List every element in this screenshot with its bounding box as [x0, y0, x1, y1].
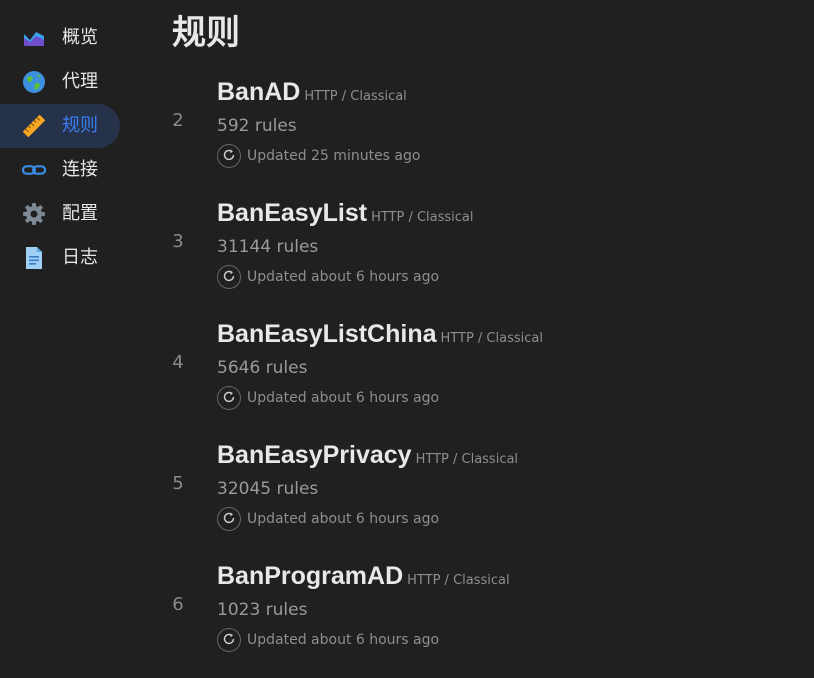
rule-count: 1023 rules — [217, 600, 308, 620]
sidebar: 概览 代理 规则 连接 配置 日志 — [0, 0, 140, 678]
rule-count: 5646 rules — [217, 358, 308, 378]
rule-index: 2 — [172, 110, 184, 131]
document-icon — [22, 246, 46, 270]
updated-time: Updated about 6 hours ago — [247, 632, 440, 648]
gear-icon — [22, 202, 46, 226]
rule-index: 5 — [172, 473, 184, 494]
ruler-icon — [22, 114, 46, 138]
rule-count: 592 rules — [217, 116, 297, 136]
sidebar-item-overview[interactable]: 概览 — [0, 16, 120, 60]
refresh-icon — [222, 268, 236, 287]
refresh-button[interactable] — [217, 144, 241, 168]
updated-time: Updated about 6 hours ago — [247, 511, 440, 527]
rule-provider-item: 3 BanEasyList HTTP / Classical 31144 rule… — [160, 199, 780, 309]
rule-name: BanEasyListChina — [217, 320, 437, 348]
rule-name: BanEasyPrivacy — [217, 441, 412, 469]
rule-index: 3 — [172, 231, 184, 252]
rule-index: 4 — [172, 352, 184, 373]
rule-count: 31144 rules — [217, 237, 319, 257]
globe-icon — [22, 70, 46, 94]
rule-type: HTTP / Classical — [415, 452, 519, 467]
rule-provider-item: 2 BanAD HTTP / Classical 592 rules Update… — [160, 78, 780, 188]
rule-type: HTTP / Classical — [304, 89, 407, 104]
rule-index: 6 — [172, 594, 184, 615]
updated-time: Updated about 6 hours ago — [247, 390, 440, 406]
sidebar-item-label: 代理 — [62, 71, 98, 92]
refresh-button[interactable] — [217, 386, 241, 410]
refresh-icon — [222, 510, 236, 529]
sidebar-item-label: 概览 — [62, 27, 98, 48]
refresh-icon — [222, 389, 236, 408]
area-chart-icon — [22, 26, 46, 50]
link-icon — [22, 158, 46, 182]
sidebar-item-rules[interactable]: 规则 — [0, 104, 120, 148]
updated-time: Updated about 6 hours ago — [247, 269, 440, 285]
rule-count: 32045 rules — [217, 479, 319, 499]
sidebar-item-label: 配置 — [62, 203, 98, 224]
rule-name: BanProgramAD — [217, 562, 404, 590]
rule-name: BanEasyList — [217, 199, 368, 227]
rule-type: HTTP / Classical — [407, 573, 510, 588]
refresh-icon — [222, 631, 236, 650]
rule-provider-item: 5 BanEasyPrivacy HTTP / Classical 32045 r… — [160, 441, 780, 551]
refresh-button[interactable] — [217, 265, 241, 289]
rule-name: BanAD — [217, 78, 301, 106]
refresh-button[interactable] — [217, 507, 241, 531]
page-title: 规则 — [172, 13, 240, 53]
sidebar-item-label: 规则 — [62, 115, 98, 136]
refresh-icon — [222, 147, 236, 166]
sidebar-item-label: 日志 — [62, 247, 98, 268]
rule-provider-item: 4 BanEasyListChina HTTP / Classical 5646 … — [160, 320, 780, 430]
sidebar-item-label: 连接 — [62, 159, 98, 180]
refresh-button[interactable] — [217, 628, 241, 652]
sidebar-item-proxy[interactable]: 代理 — [0, 60, 120, 104]
sidebar-item-logs[interactable]: 日志 — [0, 236, 120, 280]
rule-provider-item: 6 BanProgramAD HTTP / Classical 1023 rule… — [160, 562, 780, 672]
sidebar-item-connections[interactable]: 连接 — [0, 148, 120, 192]
updated-time: Updated 25 minutes ago — [247, 148, 421, 164]
rule-type: HTTP / Classical — [371, 210, 474, 225]
rule-type: HTTP / Classical — [440, 331, 543, 346]
sidebar-item-config[interactable]: 配置 — [0, 192, 120, 236]
